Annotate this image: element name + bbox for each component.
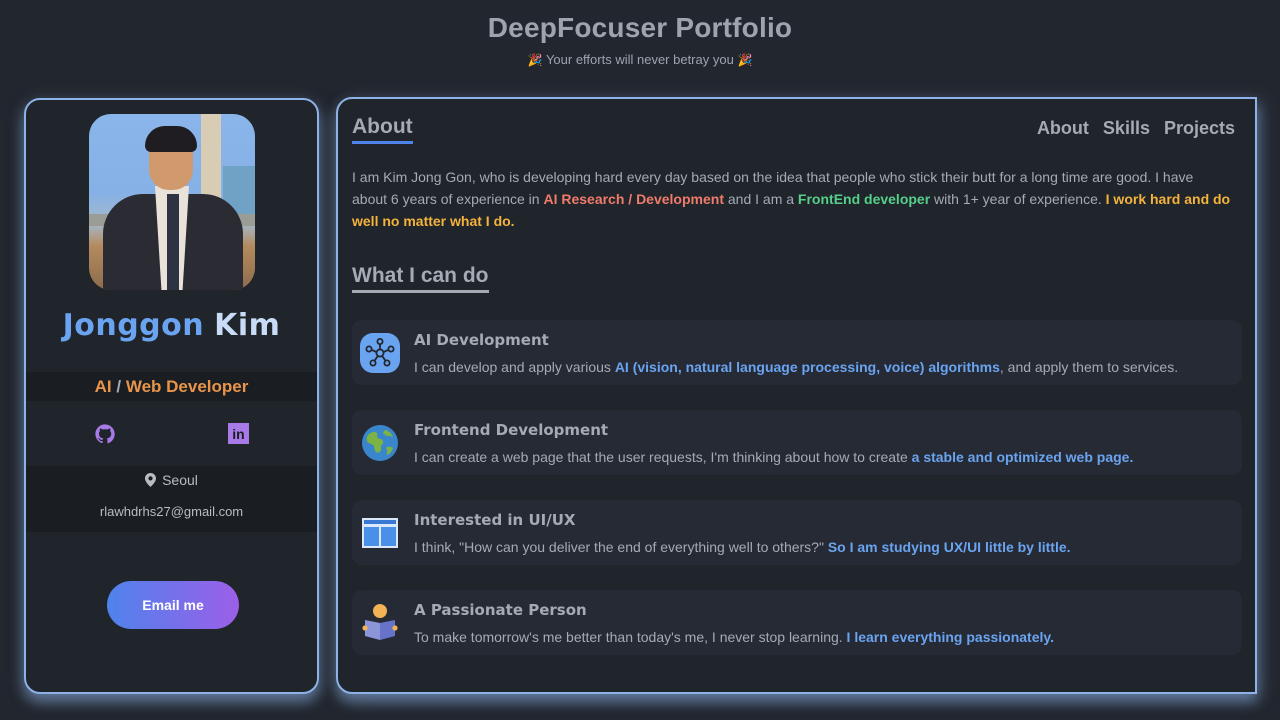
highlight-ai-research: AI Research / Development	[543, 191, 724, 207]
map-pin-icon	[145, 473, 157, 487]
skill-text: I can develop and apply various	[414, 359, 615, 375]
skill-title: AI Development	[414, 331, 549, 349]
role-ai: AI	[94, 377, 112, 396]
skill-suffix: , and apply them to services.	[999, 359, 1179, 375]
skill-card-ai: AI Development I can develop and apply v…	[352, 320, 1242, 385]
about-text-2: and I am a	[723, 191, 798, 207]
location: Seoul	[26, 472, 317, 488]
highlight-frontend: FrontEnd developer	[797, 191, 931, 207]
skill-card-frontend: Frontend Development I can create a web …	[352, 410, 1242, 475]
nav-projects[interactable]: Projects	[1164, 118, 1235, 139]
subtitle-text: Your efforts will never betray you	[545, 52, 734, 67]
about-heading: About	[352, 115, 413, 144]
skill-highlight: I learn everything passionately.	[846, 629, 1055, 645]
linkedin-icon[interactable]: in	[228, 423, 249, 444]
profile-photo	[89, 114, 255, 290]
github-icon[interactable]	[94, 423, 116, 445]
party-popper-icon: 🎉	[737, 53, 753, 67]
skill-text: I think, "How can you deliver the end of…	[414, 539, 828, 555]
first-name: Jonggon	[62, 308, 205, 343]
globe-icon	[359, 422, 401, 464]
site-subtitle: 🎉 Your efforts will never betray you 🎉	[0, 52, 1280, 67]
skill-card-uiux: Interested in UI/UX I think, "How can yo…	[352, 500, 1242, 565]
social-links: in	[26, 420, 317, 448]
role-banner: AI / Web Developer	[26, 372, 317, 401]
skill-highlight: a stable and optimized web page.	[911, 449, 1134, 465]
skill-description: I can create a web page that the user re…	[414, 449, 1133, 465]
skill-card-passionate: A Passionate Person To make tomorrow's m…	[352, 590, 1242, 655]
profile-card: Jonggon Kim AI / Web Developer in Seoul r…	[24, 98, 319, 694]
profile-name: Jonggon Kim	[26, 308, 317, 343]
skill-highlight: AI (vision, natural language processing,…	[614, 359, 1000, 375]
role-web: Web Developer	[125, 377, 249, 396]
skill-title: Interested in UI/UX	[414, 511, 576, 529]
main-panel: About About Skills Projects I am Kim Jon…	[336, 97, 1257, 694]
email-address: rlawhdrhs27@gmail.com	[99, 504, 244, 519]
about-paragraph: I am Kim Jong Gon, who is developing har…	[352, 166, 1232, 232]
skill-description: To make tomorrow's me better than today'…	[414, 629, 1054, 645]
nav-about[interactable]: About	[1037, 118, 1089, 139]
nav-skills[interactable]: Skills	[1103, 118, 1150, 139]
top-nav: About Skills Projects	[1037, 118, 1235, 139]
network-nodes-icon	[359, 332, 401, 374]
skills-heading: What I can do	[352, 264, 489, 293]
skill-title: Frontend Development	[414, 421, 609, 439]
role-separator: /	[116, 377, 122, 396]
email-me-button[interactable]: Email me	[107, 581, 239, 629]
party-popper-icon: 🎉	[527, 53, 543, 67]
skill-text: I can create a web page that the user re…	[414, 449, 912, 465]
skill-text: To make tomorrow's me better than today'…	[414, 629, 847, 645]
site-title: DeepFocuser Portfolio	[487, 12, 793, 43]
skill-highlight: So I am studying UX/UI little by little.	[827, 539, 1071, 555]
skill-description: I can develop and apply various AI (visi…	[414, 359, 1178, 375]
last-name: Kim	[214, 308, 281, 343]
reading-person-icon	[359, 602, 401, 644]
location-text: Seoul	[162, 472, 198, 488]
skill-title: A Passionate Person	[414, 601, 587, 619]
layout-icon	[359, 512, 401, 554]
skill-description: I think, "How can you deliver the end of…	[414, 539, 1071, 555]
contact-info: Seoul rlawhdrhs27@gmail.com	[26, 466, 317, 532]
about-text-3: with 1+ year of experience.	[930, 191, 1106, 207]
